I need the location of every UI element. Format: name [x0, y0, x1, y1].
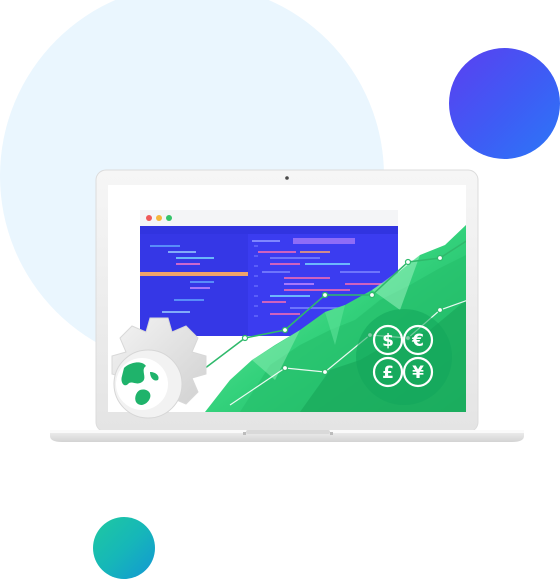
- currency-euro-symbol: €: [411, 331, 424, 351]
- currency-yen-symbol: ¥: [412, 363, 424, 383]
- currency-dollar-symbol: $: [382, 331, 394, 351]
- trackpad-notch: [246, 430, 330, 434]
- window-maximize-dot: [166, 215, 172, 221]
- laptop-illustration: $ € £ ¥: [50, 169, 524, 442]
- window-close-dot: [146, 215, 152, 221]
- currency-exchange-icon: $ € £ ¥: [356, 309, 452, 405]
- laptop-base: [50, 430, 524, 442]
- webcam-icon: [285, 176, 289, 180]
- currency-pound-symbol: £: [382, 363, 394, 383]
- window-minimize-dot: [156, 215, 162, 221]
